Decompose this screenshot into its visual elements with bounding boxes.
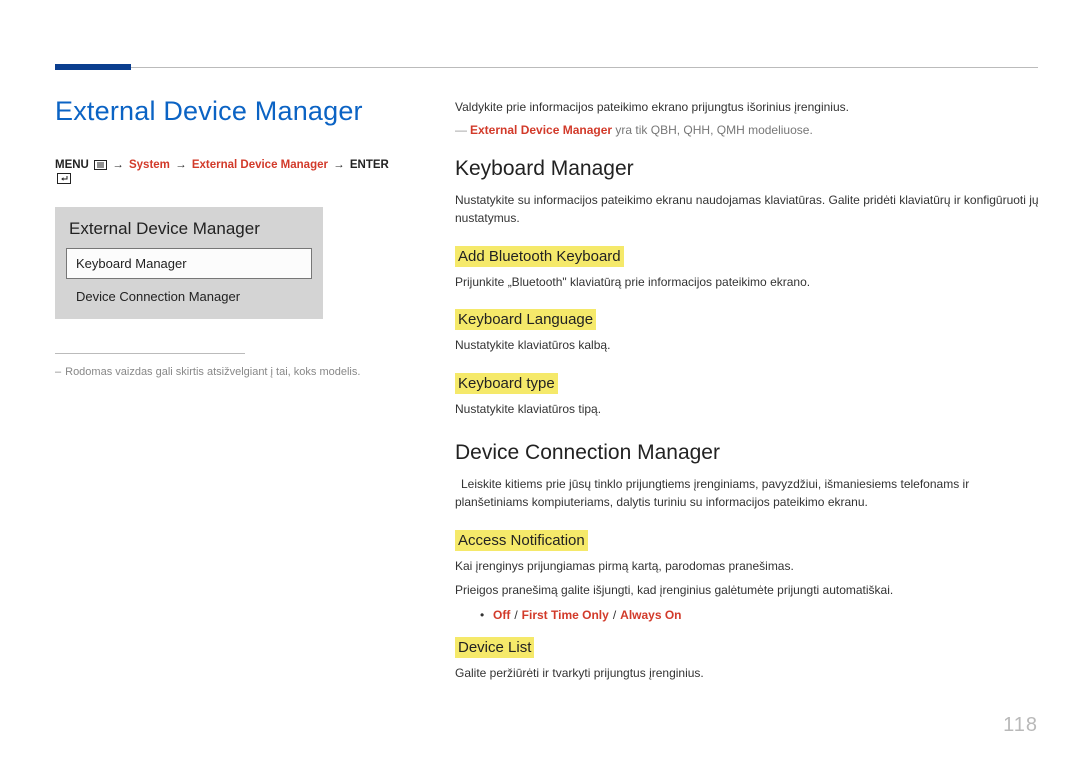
device-list-desc: Galite peržiūrėti ir tvarkyti prijungtus… <box>455 664 1040 683</box>
access-options-list: Off/First Time Only/Always On <box>455 606 1040 625</box>
left-column: External Device Manager MENU → System → … <box>55 96 400 381</box>
heading-device-connection-manager: Device Connection Manager <box>455 441 1040 465</box>
top-horizontal-rule <box>55 67 1038 68</box>
header-accent-bar <box>55 64 131 70</box>
add-bt-desc: Prijunkite „Bluetooth" klaviatūrą prie i… <box>455 273 1040 292</box>
osd-panel-title: External Device Manager <box>66 219 312 239</box>
access-desc-1: Kai įrenginys prijungiamas pirmą kartą, … <box>455 557 1040 576</box>
path-arrow: → <box>173 159 189 171</box>
page-number: 118 <box>1003 714 1038 737</box>
model-note: ―External Device Manager yra tik QBH, QH… <box>455 123 1040 137</box>
model-note-red: External Device Manager <box>470 123 612 137</box>
menu-icon <box>94 160 107 173</box>
right-column: Valdykite prie informacijos pateikimo ek… <box>455 98 1040 689</box>
path-enter-label: ENTER <box>350 159 389 171</box>
km-desc: Nustatykite su informacijos pateikimo ek… <box>455 191 1040 228</box>
osd-panel: External Device Manager Keyboard Manager… <box>55 207 323 319</box>
intro-text: Valdykite prie informacijos pateikimo ek… <box>455 98 1040 117</box>
kb-type-desc: Nustatykite klaviatūros tipą. <box>455 400 1040 419</box>
path-arrow: → <box>331 159 347 171</box>
heading-access-notification: Access Notification <box>455 530 588 551</box>
option-always-on: Always On <box>620 608 681 622</box>
option-first-time-only: First Time Only <box>522 608 609 622</box>
path-system: System <box>129 159 170 171</box>
heading-keyboard-manager: Keyboard Manager <box>455 157 1040 181</box>
path-arrow: → <box>110 159 126 171</box>
option-off: Off <box>493 608 510 622</box>
access-desc-2: Prieigos pranešimą galite išjungti, kad … <box>455 581 1040 600</box>
page-title: External Device Manager <box>55 96 400 127</box>
path-menu-label: MENU <box>55 159 89 171</box>
osd-row-device-connection-manager[interactable]: Device Connection Manager <box>66 279 312 308</box>
footnote-separator <box>55 353 245 354</box>
model-disclaimer: –Rodomas vaizdas gali skirtis atsižvelgi… <box>55 364 400 381</box>
model-disclaimer-text: Rodomas vaizdas gali skirtis atsižvelgia… <box>65 366 360 378</box>
dcm-desc: Leiskite kitiems prie jūsų tinklo prijun… <box>455 475 1040 512</box>
path-edm: External Device Manager <box>192 159 328 171</box>
kb-lang-desc: Nustatykite klaviatūros kalbą. <box>455 336 1040 355</box>
heading-device-list: Device List <box>455 637 534 658</box>
menu-path: MENU → System → External Device Manager … <box>55 159 400 187</box>
heading-add-bluetooth-keyboard: Add Bluetooth Keyboard <box>455 246 624 267</box>
heading-keyboard-language: Keyboard Language <box>455 309 596 330</box>
osd-row-keyboard-manager[interactable]: Keyboard Manager <box>66 248 312 279</box>
model-note-tail: yra tik QBH, QHH, QMH modeliuose. <box>612 123 813 137</box>
heading-keyboard-type: Keyboard type <box>455 373 558 394</box>
enter-icon <box>57 173 71 187</box>
